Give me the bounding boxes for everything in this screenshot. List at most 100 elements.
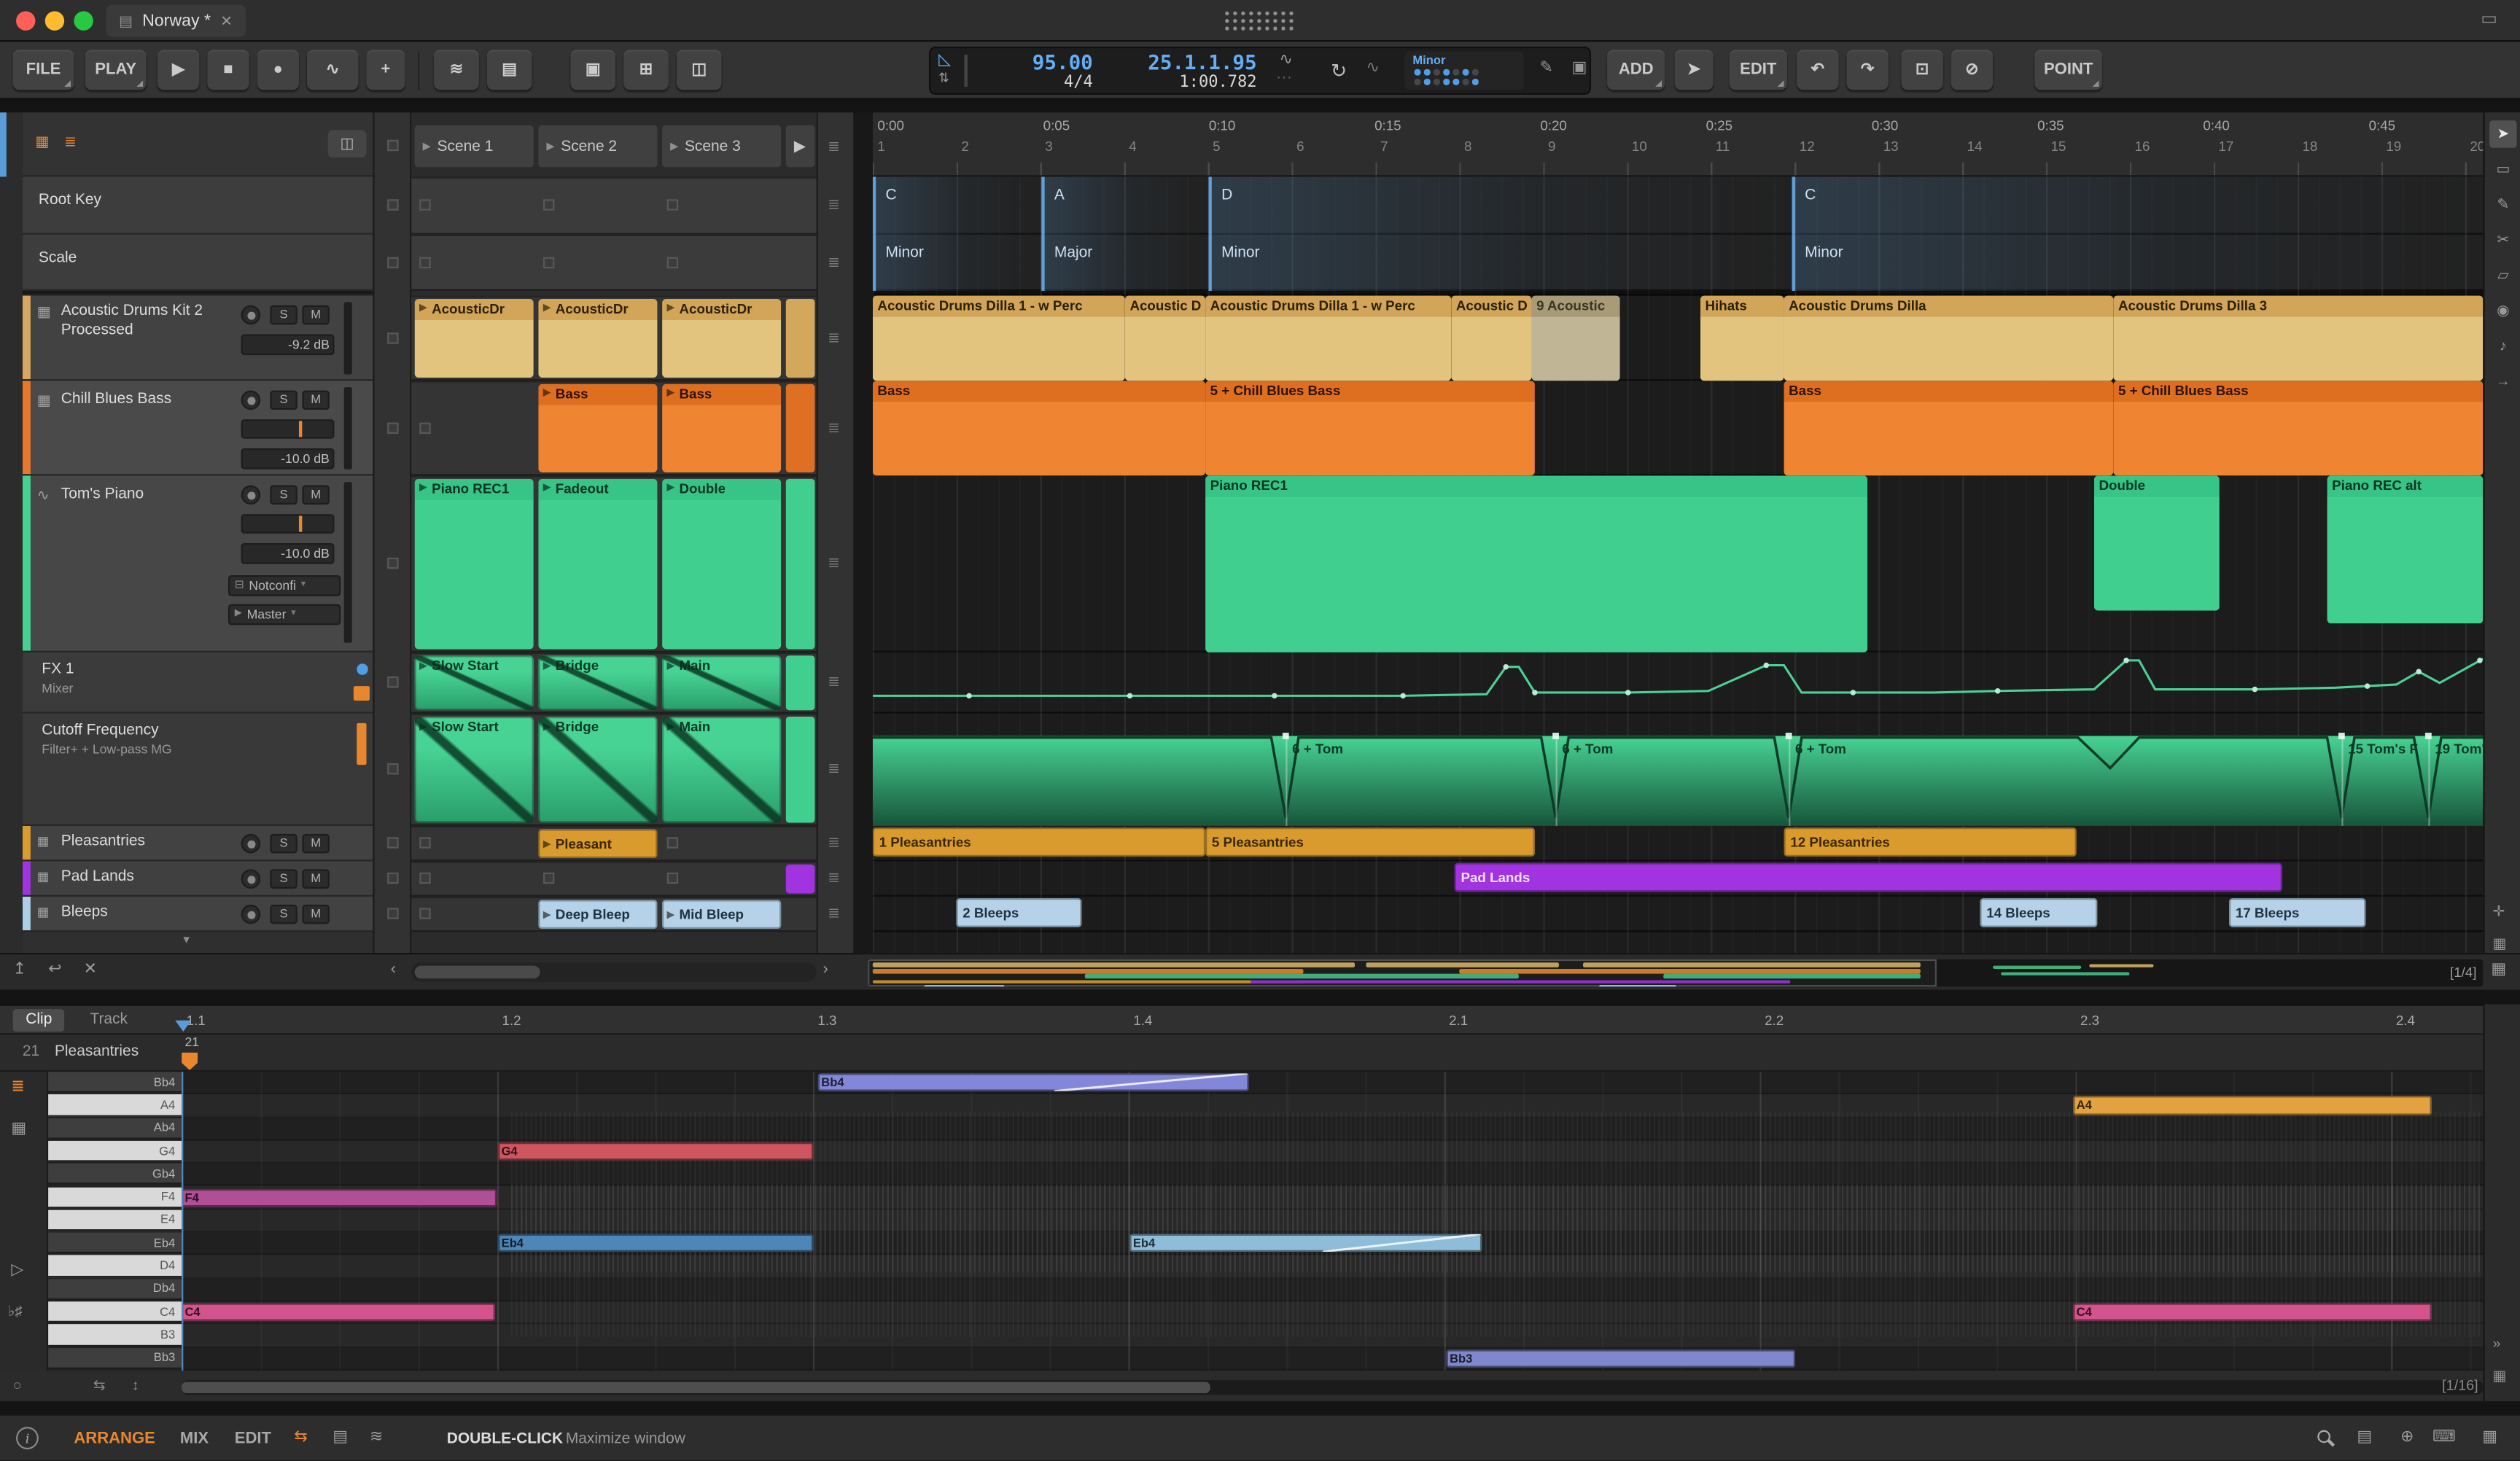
track-stop-button[interactable] — [387, 837, 398, 848]
midi-note[interactable]: Eb4 — [1129, 1234, 1482, 1252]
clip-name[interactable]: Pleasantries — [55, 1043, 139, 1060]
expand-icon[interactable]: » — [2493, 1336, 2501, 1352]
piano-key-Ab4[interactable]: Ab4 — [48, 1118, 182, 1139]
clip-slot-stop[interactable] — [667, 873, 678, 884]
automation-write-button[interactable]: ∿ — [307, 50, 359, 90]
eraser-tool-icon[interactable]: ▱ — [2489, 262, 2516, 289]
overview-options-icon[interactable]: ▦ — [2491, 961, 2506, 978]
groove-icon[interactable]: ∿ — [1279, 52, 1292, 69]
tab-clip[interactable]: Clip — [13, 1009, 65, 1032]
automation-active-dot[interactable] — [357, 663, 368, 674]
piano-key-Db4[interactable]: Db4 — [48, 1279, 182, 1300]
arranger-clip-padlands[interactable]: Pad Lands — [1455, 863, 2282, 892]
knife-tool-icon[interactable]: ✂ — [2489, 227, 2516, 254]
pencil-tool-icon[interactable]: ✎ — [2489, 191, 2516, 218]
launcher-clip[interactable]: ▶Slow Start — [415, 655, 534, 710]
midi-note[interactable]: Eb4 — [498, 1234, 813, 1252]
piano-key-A4[interactable]: A4 — [48, 1095, 182, 1116]
clip-slot-stop[interactable] — [419, 873, 430, 884]
list-view-icon[interactable]: ≣ — [64, 133, 77, 151]
mode-edit[interactable]: EDIT — [235, 1430, 271, 1448]
automation-value-bar[interactable] — [357, 723, 366, 765]
launcher-clip[interactable]: ▶Slow Start — [415, 717, 534, 822]
launcher-clip-partial[interactable] — [786, 299, 815, 378]
layers-panel-button[interactable]: ≋ — [434, 50, 479, 90]
volume-fader[interactable] — [241, 514, 335, 533]
grid-settings-icon[interactable]: ▦ — [2493, 935, 2507, 953]
root-key-row[interactable]: Root Key — [23, 176, 373, 234]
tap-tempo-icon[interactable]: ⇅ — [938, 71, 949, 85]
arranger-clip-drums[interactable]: Acoustic Drums Dilla — [1784, 296, 2114, 381]
info-icon[interactable]: i — [16, 1427, 39, 1449]
snapshot-icon[interactable]: ▣ — [1572, 60, 1587, 77]
arranger-clip-bass[interactable]: Bass — [1784, 381, 2114, 475]
time-signature-value[interactable]: 4/4 — [987, 74, 1092, 91]
output-routing-dropdown[interactable]: ▶ Master ▾ — [228, 604, 341, 626]
insert-scene-icon[interactable]: ↥ — [13, 961, 26, 978]
clip-slot-stop[interactable] — [419, 257, 430, 268]
resize-lanes-icon[interactable]: ↕ — [132, 1377, 139, 1393]
automation-lane-name[interactable]: Cutoff Frequency — [42, 722, 158, 739]
clip-slot-stop[interactable] — [543, 257, 554, 268]
track-header-drums[interactable]: ▦ Acoustic Drums Kit 2 Processed S M -9.… — [23, 296, 373, 381]
volume-value[interactable]: -9.2 dB — [241, 334, 335, 355]
editor-scrollbar-thumb[interactable] — [182, 1382, 1210, 1393]
mute-button[interactable]: M — [302, 305, 329, 324]
arranger-clip-bass[interactable]: 5 + Chill Blues Bass — [1205, 381, 1535, 475]
input-routing-dropdown[interactable]: ⊟ Notconfi ▾ — [228, 575, 341, 596]
mute-button[interactable]: M — [302, 834, 329, 853]
arm-record-button[interactable] — [241, 391, 260, 410]
launcher-clip[interactable]: ▶Piano REC1 — [415, 479, 534, 650]
arranger-clip-drums[interactable]: Acoustic D — [1451, 296, 1531, 381]
stop-all-clips-button[interactable] — [387, 140, 398, 151]
piano-panel-icon[interactable]: ▦ — [2482, 1428, 2497, 1446]
launcher-clip-partial[interactable] — [786, 479, 815, 650]
duplicate-button[interactable]: ⊡ — [1901, 50, 1942, 90]
track-stop-button[interactable] — [387, 422, 398, 433]
scroll-left-icon[interactable]: ‹ — [391, 961, 396, 978]
scrollbar-thumb[interactable] — [415, 966, 540, 979]
clip-slot-stop[interactable] — [419, 422, 430, 433]
launcher-clip-partial[interactable] — [786, 717, 815, 822]
search-icon[interactable] — [2317, 1430, 2330, 1444]
launcher-clip[interactable]: ▶AcousticDr — [415, 299, 534, 378]
piano-roll[interactable]: Bb4A4G4F4Eb4Eb4C4C4Bb3 — [182, 1072, 2483, 1371]
track-header-pleasantries[interactable]: ▦ Pleasantries S M — [23, 826, 373, 861]
arm-record-button[interactable] — [241, 869, 260, 888]
launcher-clip[interactable]: ▶Bridge — [538, 655, 657, 710]
delete-button[interactable]: ⊘ — [1951, 50, 1993, 90]
track-header-cutoff[interactable]: Cutoff Frequency Filter+ + Low-pass MG — [23, 714, 373, 826]
clip-slot-stop[interactable] — [667, 837, 678, 848]
arm-record-button[interactable] — [241, 905, 260, 924]
midi-note[interactable]: Bb4 — [818, 1073, 1249, 1091]
piano-key-D4[interactable]: D4 — [48, 1255, 182, 1277]
launcher-clip[interactable]: ▶Fadeout — [538, 479, 657, 650]
automation-write-indicator[interactable] — [354, 686, 370, 701]
zoom-tool-icon[interactable]: ◉ — [2489, 297, 2516, 324]
audition-icon[interactable]: ▷ — [11, 1261, 23, 1279]
close-window-button[interactable] — [16, 11, 35, 30]
solo-button[interactable]: S — [270, 869, 297, 888]
alternate-layout-icon[interactable]: ⇆ — [294, 1428, 307, 1446]
scale-row[interactable]: Scale — [23, 235, 373, 291]
tempo-value[interactable]: 95.00 — [987, 50, 1092, 74]
point-menu-button[interactable]: POINT — [2034, 50, 2102, 90]
arm-record-button[interactable] — [241, 305, 260, 324]
piano-key-F4[interactable]: F4 — [48, 1187, 182, 1208]
track-header-padlands[interactable]: ▦ Pad Lands S M — [23, 861, 373, 896]
arranger-clip-bleeps[interactable]: 2 Bleeps — [956, 898, 1081, 927]
launcher-scrollbar[interactable] — [411, 962, 816, 981]
midi-note[interactable]: C4 — [2073, 1304, 2432, 1322]
note-editor-panel-button[interactable]: ▣ — [570, 50, 615, 90]
solo-button[interactable]: S — [270, 305, 297, 324]
project-tab[interactable]: ▤ Norway * ✕ — [106, 5, 245, 37]
redo-button[interactable]: ↷ — [1846, 50, 1888, 90]
mute-button[interactable]: M — [302, 391, 329, 410]
launcher-clip[interactable]: ▶Pleasant — [538, 829, 657, 858]
edit-scale-icon[interactable]: ✎ — [1540, 60, 1553, 77]
track-stop-button[interactable] — [387, 763, 398, 774]
track-name[interactable]: Pleasantries — [61, 833, 145, 850]
timeline-ruler[interactable]: 0:000:050:100:150:200:250:300:350:400:45… — [873, 112, 2483, 176]
track-name[interactable]: Chill Blues Bass — [61, 391, 171, 408]
track-stop-button[interactable] — [387, 257, 398, 268]
